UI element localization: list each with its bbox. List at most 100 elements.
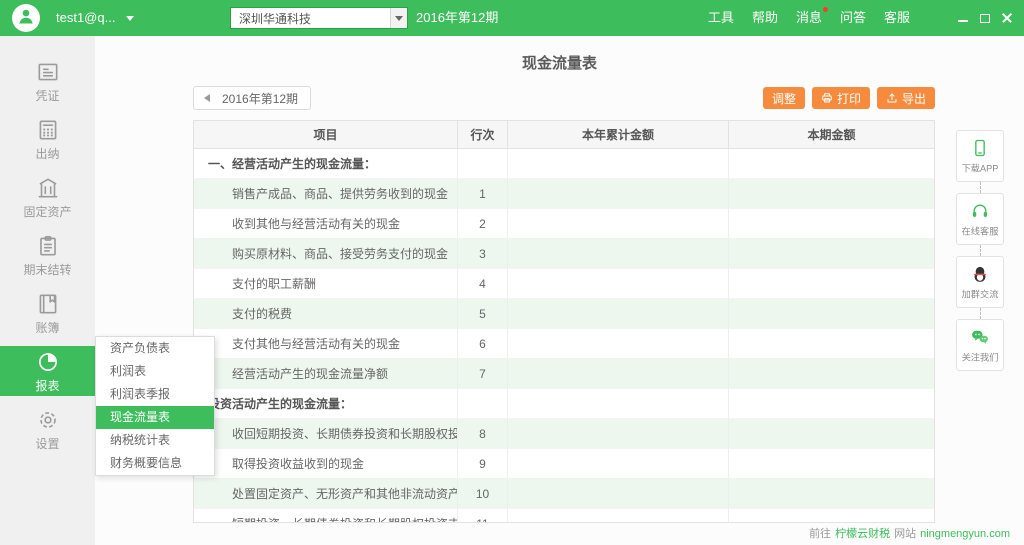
table-row: 收到其他与经营活动有关的现金 2 [194,209,934,239]
cell-period-amount [729,269,934,299]
topbar-menu-help[interactable]: 帮助 [752,0,778,36]
select-dropdown-icon [390,8,407,28]
cell-line-number: 8 [458,419,508,449]
toolbar-buttons: 调整 打印 导出 [756,87,935,109]
submenu-item-cash-flow[interactable]: 现金流量表 [96,406,214,429]
cell-year-amount [508,449,729,479]
sidebar-item-voucher[interactable]: 凭证 [0,56,95,106]
cell-item: 收回短期投资、长期债券投资和长期股权投资收到的现金 [194,419,458,449]
adjust-button[interactable]: 调整 [763,87,805,109]
cell-year-amount [508,359,729,389]
maximize-button[interactable] [974,7,996,29]
books-icon [35,291,61,317]
window-controls [952,0,1018,36]
col-header-line: 行次 [458,121,508,149]
table-row: 销售产成品、商品、提供劳务收到的现金 1 [194,179,934,209]
main: 现金流量表 2016年第12期 调整 打印 [95,36,1024,545]
col-header-year-amount: 本年累计金额 [508,121,729,149]
cell-line-number: 11 [458,509,508,523]
sidebar-item-books[interactable]: 账簿 [0,288,95,338]
cell-year-amount [508,149,729,179]
period-selector-label: 2016年第12期 [222,90,298,107]
right-toolbar-download-app[interactable]: 下载APP [956,130,1004,182]
wechat-icon [970,327,990,347]
submenu-item-financial-summary[interactable]: 财务概要信息 [96,452,214,475]
table-header-row: 项目 行次 本年累计金额 本期金额 [194,121,934,149]
topbar-menu: 工具 帮助 消息 问答 客服 [708,0,910,36]
sidebar-item-settings[interactable]: 设置 [0,404,95,454]
topbar-menu-messages[interactable]: 消息 [796,0,822,36]
dashed-connector [980,308,981,319]
cash-flow-table: 项目 行次 本年累计金额 本期金额 一、经营活动产生的现金流量： 销售产成品、商… [193,120,935,523]
footer-url-link[interactable]: ningmengyun.com [920,528,1010,540]
cell-year-amount [508,419,729,449]
period-selector[interactable]: 2016年第12期 [193,86,311,110]
headset-icon [970,201,990,221]
user-dropdown-caret-icon[interactable] [126,16,134,21]
table-row: 支付的职工薪酬 4 [194,269,934,299]
table-row: 收回短期投资、长期债券投资和长期股权投资收到的现金 8 [194,419,934,449]
cell-line-number: 1 [458,179,508,209]
user-avatar-icon [16,6,36,31]
minimize-button[interactable] [952,7,974,29]
table-row: 一、经营活动产生的现金流量： [194,149,934,179]
cell-line-number: 3 [458,239,508,269]
submenu-item-income-quarterly[interactable]: 利润表季报 [96,383,214,406]
topbar-menu-tools[interactable]: 工具 [708,0,734,36]
cell-item: 投资活动产生的现金流量： [194,389,458,419]
cell-year-amount [508,209,729,239]
cell-line-number [458,149,508,179]
footer-prefix: 前往 [809,528,831,540]
cell-item: 支付的税费 [194,299,458,329]
closing-icon [35,233,61,259]
reports-submenu: 资产负债表 利润表 利润表季报 现金流量表 纳税统计表 财务概要信息 [95,336,215,476]
cell-period-amount [729,509,934,523]
print-button[interactable]: 打印 [812,87,870,109]
cell-line-number: 5 [458,299,508,329]
submenu-item-income-statement[interactable]: 利润表 [96,360,214,383]
dashed-connector [980,245,981,256]
table-row: 支付其他与经营活动有关的现金 6 [194,329,934,359]
cell-line-number [458,389,508,419]
cell-period-amount [729,479,934,509]
cell-item: 支付的职工薪酬 [194,269,458,299]
table-row: 取得投资收益收到的现金 9 [194,449,934,479]
export-icon [886,92,898,104]
minimize-icon [958,20,968,22]
cell-item: 短期投资、长期债券投资和长期股权投资支付的现金 [194,509,458,523]
page-title: 现金流量表 [95,36,1024,73]
cell-item: 一、经营活动产生的现金流量： [194,149,458,179]
cell-item: 取得投资收益收到的现金 [194,449,458,479]
report-panel: 2016年第12期 调整 打印 [193,86,935,523]
table-row: 处置固定资产、无形资产和其他非流动资产收回的现金净额 10 [194,479,934,509]
username[interactable]: test1@q... [56,0,115,36]
cell-period-amount [729,389,934,419]
submenu-item-tax-statistics[interactable]: 纳税统计表 [96,429,214,452]
topbar-menu-service[interactable]: 客服 [884,0,910,36]
submenu-item-balance-sheet[interactable]: 资产负债表 [96,337,214,360]
close-button[interactable] [996,7,1018,29]
sidebar: 凭证 出纳 固定资产 期末结转 账簿 报表 设置 [0,36,95,545]
cell-period-amount [729,329,934,359]
sidebar-item-fixed-assets[interactable]: 固定资产 [0,172,95,222]
right-toolbar-follow-us[interactable]: 关注我们 [956,319,1004,371]
prev-period-icon[interactable] [204,94,210,102]
export-button[interactable]: 导出 [877,87,935,109]
cell-item: 处置固定资产、无形资产和其他非流动资产收回的现金净额 [194,479,458,509]
cell-year-amount [508,329,729,359]
reports-icon [35,349,61,375]
printer-icon [821,92,833,104]
phone-icon [970,138,990,158]
company-select[interactable]: 深圳华通科技 [230,7,408,29]
cell-item: 销售产成品、商品、提供劳务收到的现金 [194,179,458,209]
sidebar-item-period-closing[interactable]: 期末结转 [0,230,95,280]
sidebar-item-cashier[interactable]: 出纳 [0,114,95,164]
footer-brand-link[interactable]: 柠檬云财税 [835,528,890,540]
right-toolbar-group-chat[interactable]: 加群交流 [956,256,1004,308]
right-toolbar-online-service[interactable]: 在线客服 [956,193,1004,245]
table-row: 支付的税费 5 [194,299,934,329]
topbar-menu-qa[interactable]: 问答 [840,0,866,36]
footer: 前往柠檬云财税网站ningmengyun.com [805,525,1010,541]
avatar[interactable] [12,4,40,32]
sidebar-item-reports[interactable]: 报表 [0,346,95,396]
